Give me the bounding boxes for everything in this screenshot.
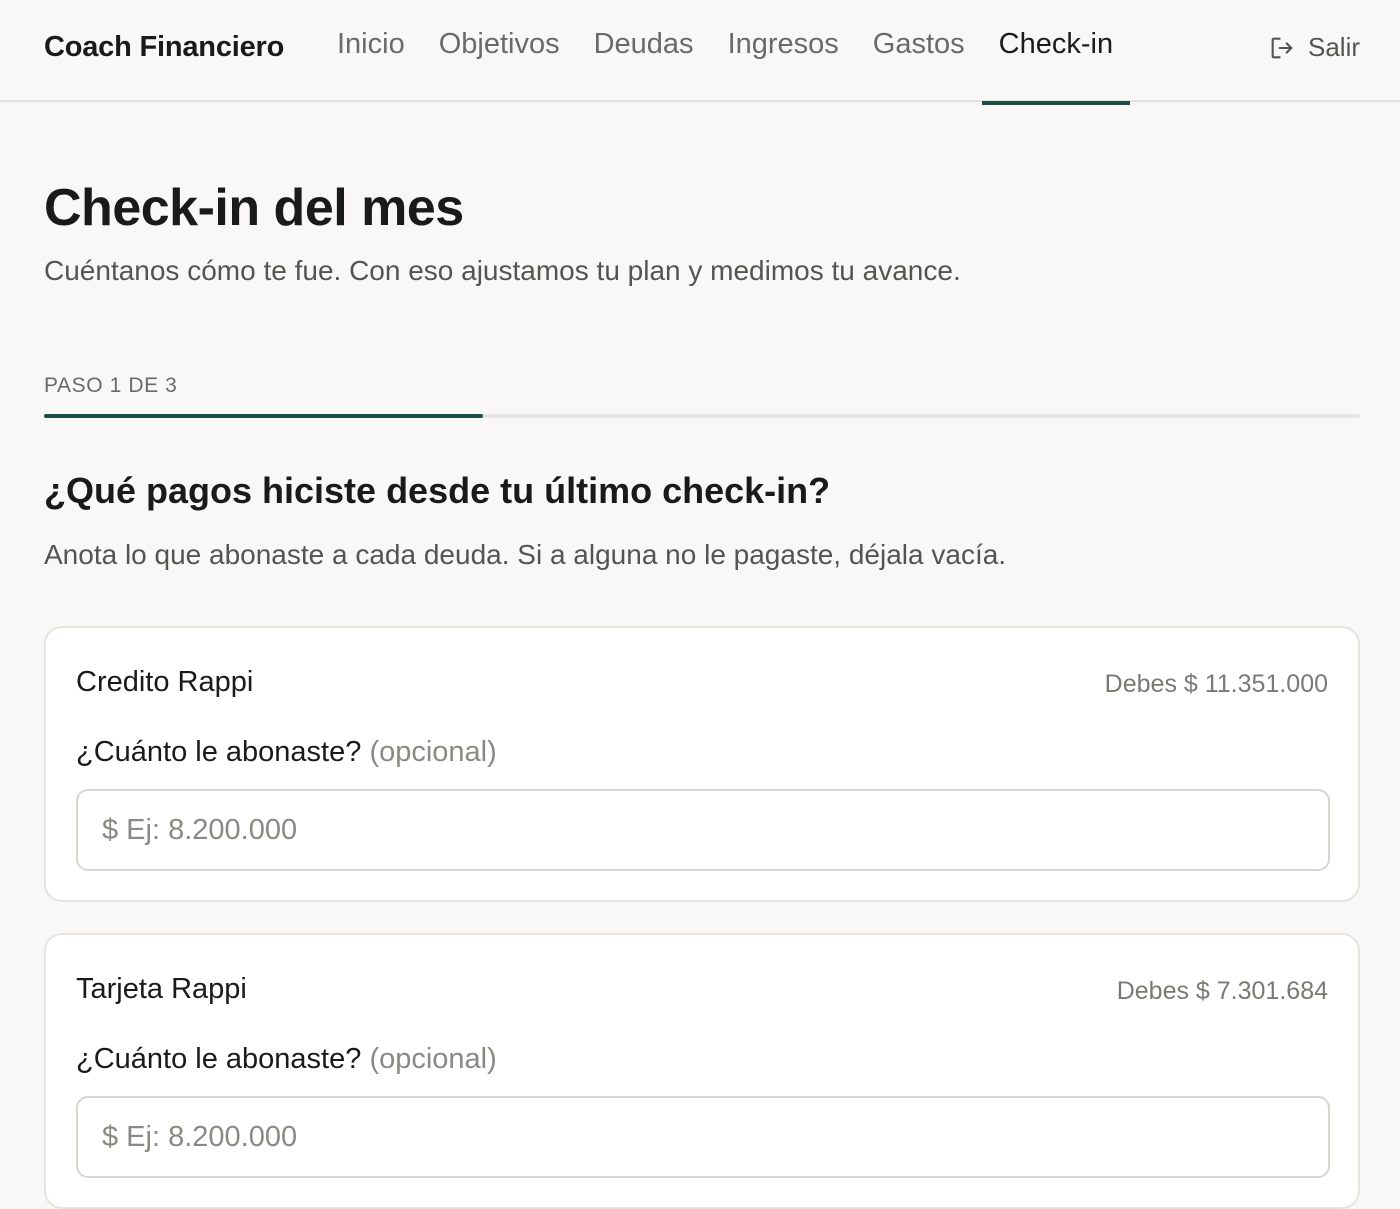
main-nav: Inicio Objetivos Deudas Ingresos Gastos … <box>320 0 1131 105</box>
app-brand[interactable]: Coach Financiero <box>44 31 284 64</box>
logout-label: Salir <box>1307 32 1360 62</box>
debt-card: Credito Rappi Debes $ 11.351.000 ¿Cuánto… <box>44 626 1360 902</box>
nav-item-check-in[interactable]: Check-in <box>981 0 1131 105</box>
page-subtitle: Cuéntanos cómo te fue. Con eso ajustamos… <box>44 255 961 286</box>
logout-button[interactable]: Salir <box>1268 32 1360 63</box>
nav-item-objetivos[interactable]: Objetivos <box>422 0 577 102</box>
question-help-text: Anota lo que abonaste a cada deuda. Si a… <box>44 539 1007 570</box>
nav-item-label: Objetivos <box>438 28 560 60</box>
page-title: Check-in del mes <box>44 179 464 237</box>
nav-item-label: Inicio <box>337 28 405 60</box>
nav-item-label: Ingresos <box>727 28 839 60</box>
step-progress-fill <box>44 414 483 418</box>
top-navigation-bar: Coach Financiero Inicio Objetivos Deudas… <box>0 0 1400 105</box>
payment-field-label-text: ¿Cuánto le abonaste? <box>76 736 362 768</box>
debt-name: Credito Rappi <box>76 666 254 698</box>
logout-icon <box>1268 34 1296 62</box>
nav-item-deudas[interactable]: Deudas <box>577 0 711 102</box>
nav-item-inicio[interactable]: Inicio <box>320 0 422 102</box>
payment-amount-input[interactable] <box>76 789 1330 871</box>
nav-item-label: Deudas <box>593 28 694 60</box>
payment-field-label: ¿Cuánto le abonaste? (opcional) <box>76 736 497 769</box>
optional-hint: (opcional) <box>369 736 497 768</box>
debt-card: Tarjeta Rappi Debes $ 7.301.684 ¿Cuánto … <box>44 933 1360 1209</box>
nav-item-gastos[interactable]: Gastos <box>856 0 982 102</box>
step-progress-bar <box>44 414 1360 418</box>
debt-name: Tarjeta Rappi <box>76 973 247 1005</box>
payment-field-label-text: ¿Cuánto le abonaste? <box>76 1043 362 1075</box>
active-tab-indicator <box>981 101 1131 105</box>
nav-item-label: Gastos <box>872 28 965 60</box>
payment-field-label: ¿Cuánto le abonaste? (opcional) <box>76 1043 497 1076</box>
debt-balance: Debes $ 7.301.684 <box>1116 977 1328 1005</box>
debt-balance: Debes $ 11.351.000 <box>1104 670 1328 698</box>
question-title: ¿Qué pagos hiciste desde tu último check… <box>44 470 831 511</box>
nav-item-label: Check-in <box>998 28 1114 60</box>
step-indicator-label: PASO 1 DE 3 <box>44 374 178 397</box>
payment-amount-input[interactable] <box>76 1096 1330 1178</box>
nav-item-ingresos[interactable]: Ingresos <box>711 0 856 102</box>
optional-hint: (opcional) <box>369 1043 497 1075</box>
